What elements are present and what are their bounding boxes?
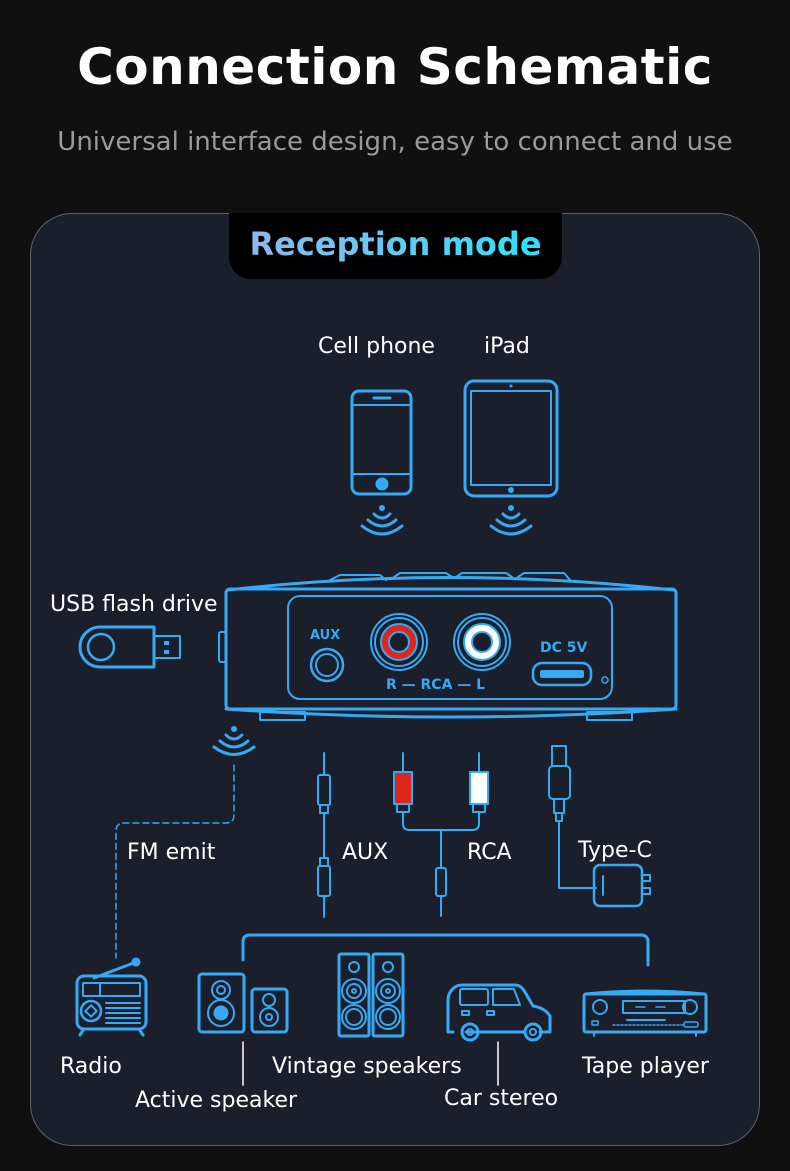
wireless-signal-icon <box>489 505 533 536</box>
source-label-phone: Cell phone <box>318 334 435 359</box>
usb-label: USB flash drive <box>50 592 218 617</box>
wireless-signal-icon <box>212 726 256 756</box>
receiver-device <box>218 572 678 721</box>
schematic-diagram <box>75 379 708 1086</box>
phone-icon <box>350 389 413 496</box>
cable-label-rca: RCA <box>467 840 512 865</box>
tape-player-icon <box>582 989 708 1037</box>
output-label-active-speaker: Active speaker <box>135 1088 298 1113</box>
wireless-signal-icon <box>360 505 404 536</box>
port-label-dc: DC 5V <box>540 640 588 656</box>
aux-cable-icon <box>317 752 331 918</box>
output-label-radio: Radio <box>60 1054 122 1079</box>
rca-red-plug <box>393 771 413 805</box>
vintage-speakers-icon <box>337 952 405 1038</box>
cable-label-typec: Type-C <box>578 838 652 863</box>
rca-cable-icon <box>393 752 489 917</box>
cable-label-fm: FM emit <box>127 840 216 865</box>
active-speaker-icon <box>197 972 289 1034</box>
car-icon <box>446 983 552 1042</box>
port-label-rca: R — RCA — L <box>386 677 486 693</box>
tablet-icon <box>463 379 559 498</box>
rca-white-plug <box>469 771 489 805</box>
source-label-ipad: iPad <box>484 334 530 359</box>
port-label-aux: AUX <box>310 628 341 643</box>
output-label-car-stereo: Car stereo <box>444 1086 559 1111</box>
output-label-tape-player: Tape player <box>582 1054 709 1079</box>
usb-flash-drive-icon <box>78 625 181 669</box>
charger-icon <box>592 863 644 908</box>
output-label-vintage-speakers: Vintage speakers <box>272 1054 462 1079</box>
cable-label-aux: AUX <box>342 840 389 865</box>
radio-icon <box>75 957 148 1037</box>
typec-cable-icon <box>548 745 651 908</box>
output-bracket <box>241 933 650 967</box>
